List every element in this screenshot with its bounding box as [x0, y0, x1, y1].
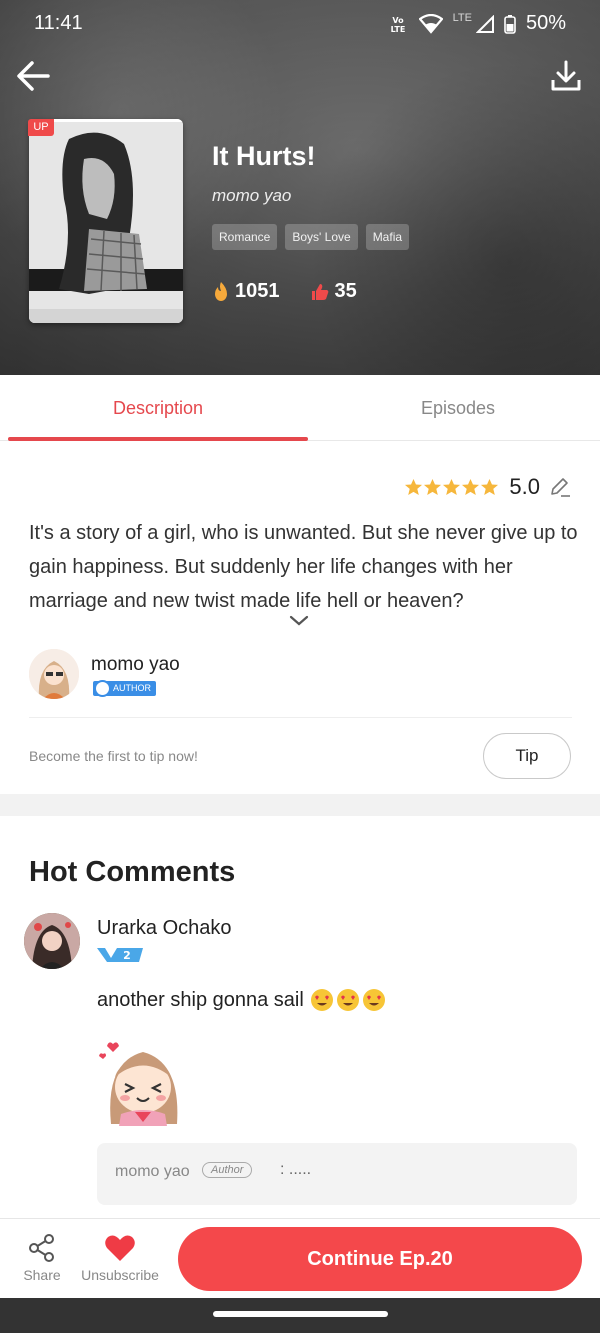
reply-author-badge: Author [202, 1162, 253, 1178]
volte-icon: Vo LTE [390, 16, 405, 34]
download-button[interactable] [546, 56, 586, 96]
thumbs-up-icon [311, 283, 328, 300]
cell-signal-icon [475, 14, 494, 33]
svg-text:LTE: LTE [390, 25, 405, 34]
section-separator [0, 794, 600, 816]
continue-reading-button[interactable]: Continue Ep.20 [178, 1227, 582, 1291]
comment-text: another ship gonna sail [97, 988, 386, 1012]
heart-eyes-emoji-icon [336, 989, 359, 1011]
author-avatar[interactable] [29, 649, 79, 699]
star-icon [462, 478, 480, 496]
rating-stars [404, 478, 499, 496]
unsubscribe-button[interactable]: Unsubscribe [74, 1219, 166, 1285]
comic-cover[interactable] [29, 119, 183, 323]
author-name[interactable]: momo yao [91, 654, 180, 676]
tab-description[interactable]: Description [8, 375, 308, 441]
tag-romance[interactable]: Romance [212, 224, 278, 250]
rating-row: 5.0 [404, 474, 572, 500]
divider [29, 717, 572, 718]
commenter-avatar[interactable] [24, 913, 80, 969]
avatar-image [29, 649, 79, 699]
star-icon [481, 478, 499, 496]
author-badge-label: AUTHOR [113, 683, 151, 693]
status-bar: 11:41 Vo LTE LTE 50% [0, 0, 600, 48]
author-reply[interactable]: momo yao Author : ..... [97, 1143, 577, 1205]
likes-stat: 35 [310, 280, 357, 303]
wifi-icon [418, 13, 443, 34]
chevron-down-icon[interactable] [288, 614, 310, 628]
likes-count: 35 [334, 280, 357, 302]
tag-boys-love[interactable]: Boys' Love [285, 224, 358, 250]
comic-stats: 1051 35 [212, 280, 357, 303]
description-text: It's a story of a girl, who is unwanted.… [29, 522, 578, 612]
edit-rating-icon[interactable] [548, 475, 572, 499]
genre-tags: Romance Boys' Love Mafia [212, 224, 410, 250]
system-navigation-bar [0, 1298, 600, 1333]
battery-level: 50% [525, 12, 566, 34]
heart-eyes-emoji-icon [310, 989, 333, 1011]
author-badge: AUTHOR [93, 680, 156, 697]
comment-body: another ship gonna sail [97, 988, 304, 1011]
comic-header: 11:41 Vo LTE LTE 50% UP It Hurts! momo y… [0, 0, 600, 375]
emoji-group [310, 988, 386, 1012]
update-badge: UP [28, 119, 54, 136]
active-tab-indicator [8, 437, 308, 441]
author-row[interactable]: momo yao AUTHOR [29, 649, 572, 701]
star-icon [443, 478, 461, 496]
tag-mafia[interactable]: Mafia [365, 224, 410, 250]
star-icon [424, 478, 442, 496]
star-icon [405, 478, 423, 496]
download-icon [551, 60, 581, 91]
svg-text:Vo: Vo [392, 16, 404, 25]
arrow-left-icon [17, 61, 50, 91]
share-icon [29, 1234, 54, 1262]
lte-label: LTE [452, 11, 472, 24]
cover-illustration [29, 119, 183, 323]
unsubscribe-label: Unsubscribe [81, 1267, 159, 1283]
popularity-stat: 1051 [212, 280, 280, 303]
tip-button[interactable]: Tip [483, 733, 571, 779]
detail-tabs: Description Episodes [0, 375, 600, 441]
reply-text: : ..... [280, 1161, 312, 1178]
girl-sticker-image [99, 1042, 178, 1126]
rating-value: 5.0 [509, 474, 540, 499]
status-time: 11:41 [34, 12, 83, 34]
level-number: 2 [123, 949, 131, 962]
author-badge-icon [94, 680, 111, 697]
back-button[interactable] [14, 56, 54, 96]
avatar-image [24, 913, 80, 969]
comic-author[interactable]: momo yao [212, 186, 291, 206]
comic-title: It Hurts! [212, 141, 316, 171]
hot-comments-heading: Hot Comments [29, 856, 236, 888]
bottom-action-bar: Share Unsubscribe Continue Ep.20 [0, 1218, 600, 1298]
level-badge: 2 [97, 948, 143, 962]
share-label: Share [23, 1267, 61, 1283]
reply-author-name: momo yao [115, 1163, 190, 1180]
tab-episodes[interactable]: Episodes [308, 375, 600, 441]
battery-icon [504, 14, 516, 34]
status-icons: Vo LTE LTE 50% [387, 12, 566, 35]
commenter-name[interactable]: Urarka Ochako [97, 917, 232, 940]
heart-icon [105, 1235, 135, 1261]
popularity-count: 1051 [235, 280, 280, 302]
heart-eyes-emoji-icon [362, 989, 385, 1011]
flame-icon [215, 281, 227, 301]
tip-prompt: Become the first to tip now! [29, 748, 198, 764]
share-button[interactable]: Share [18, 1219, 66, 1285]
home-gesture-pill[interactable] [213, 1311, 388, 1317]
